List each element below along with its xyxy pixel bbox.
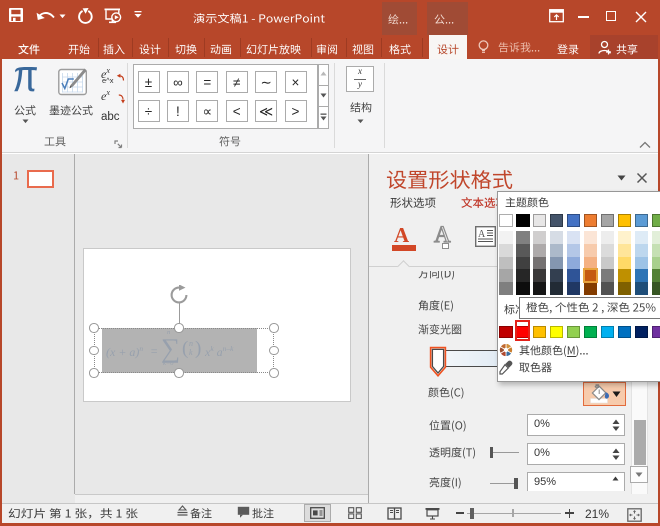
svg-text:A: A bbox=[478, 229, 486, 240]
